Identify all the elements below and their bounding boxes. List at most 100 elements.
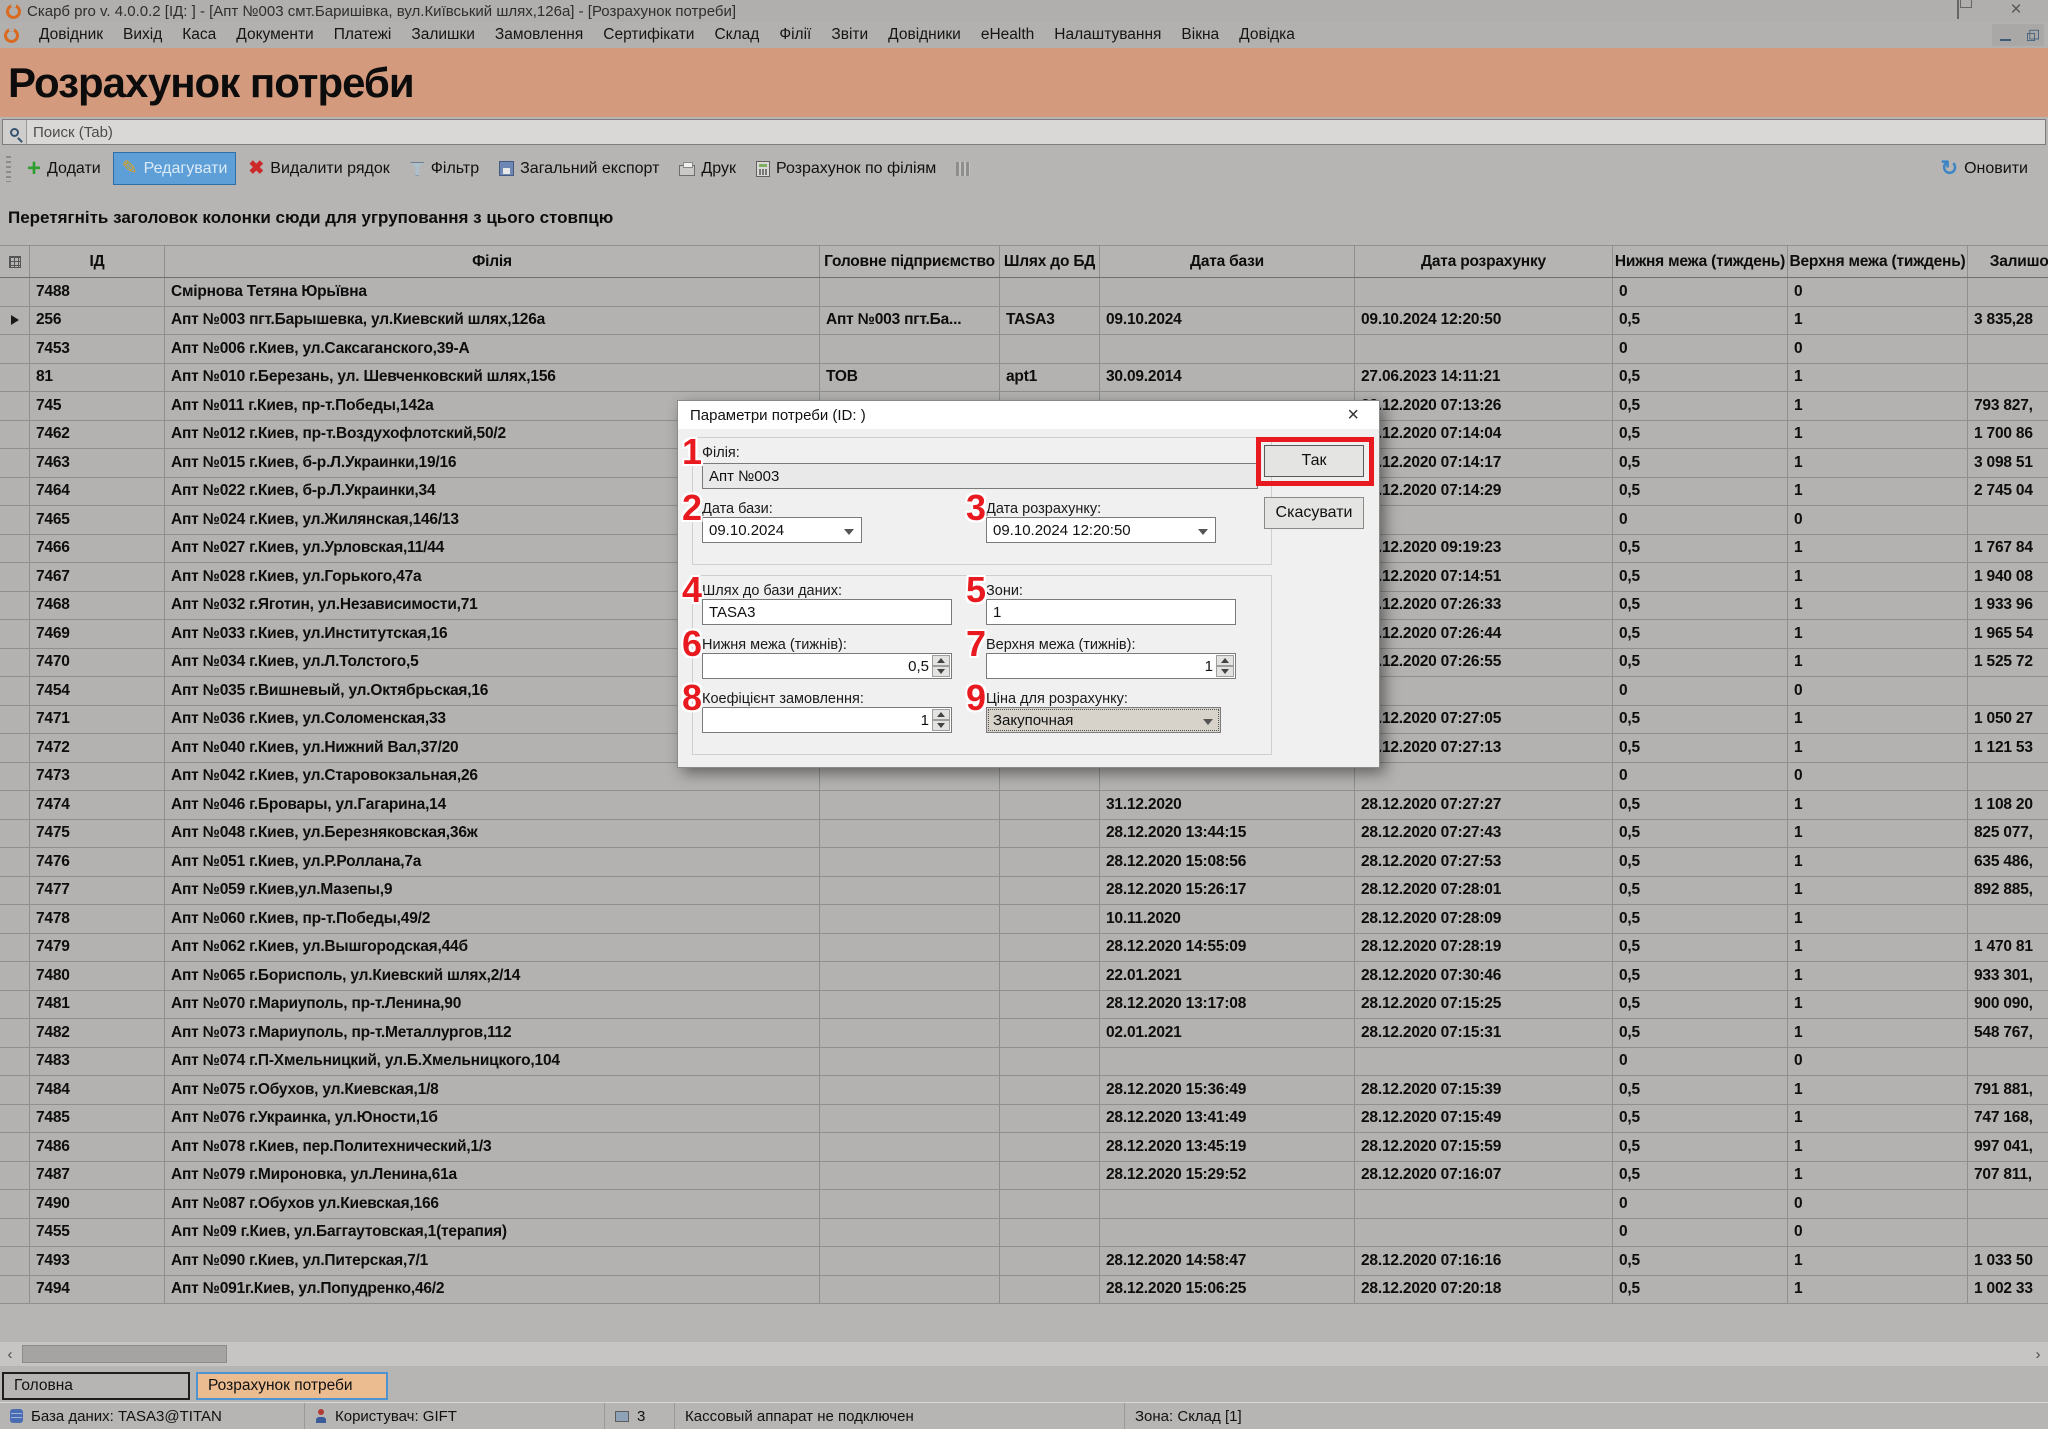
toolbar-button-Фільтр[interactable]: Фільтр	[402, 156, 487, 182]
toolbar-button-columns[interactable]	[948, 158, 978, 180]
scroll-left-icon[interactable]: ‹	[0, 1342, 20, 1366]
tab-golovna[interactable]: Головна	[2, 1372, 190, 1400]
menu-item-ehealth[interactable]: eHealth	[971, 24, 1044, 46]
table-row[interactable]: 7475Апт №048 г.Киев, ул.Березняковская,3…	[0, 820, 2048, 849]
table-row[interactable]: 7480Апт №065 г.Борисполь, ул.Киевский шл…	[0, 962, 2048, 991]
toolbar-grip[interactable]	[6, 156, 11, 182]
spin-down-icon[interactable]	[932, 720, 950, 731]
table-row[interactable]: 7483Апт №074 г.П-Хмельницкий, ул.Б.Хмель…	[0, 1048, 2048, 1077]
cell-Нижня-межа-тиждень-: 0,5	[1613, 820, 1788, 848]
spin-down-icon[interactable]	[932, 666, 950, 677]
table-row[interactable]: 7486Апт №078 г.Киев, пер.Политехнический…	[0, 1133, 2048, 1162]
toolbar-button-Загальний експорт[interactable]: Загальний експорт	[491, 156, 667, 182]
table-row[interactable]: 7474Апт №046 г.Бровары, ул.Гагарина,1431…	[0, 791, 2048, 820]
column-header-3[interactable]: Головне підприємство	[820, 246, 1000, 277]
group-by-bar[interactable]: Перетягніть заголовок колонки сюди для у…	[0, 190, 2048, 245]
spin-up-icon[interactable]	[1216, 655, 1234, 666]
column-header-6[interactable]: Дата розрахунку	[1355, 246, 1613, 277]
table-row[interactable]: 7485Апт №076 г.Украинка, ул.Юности,1б28.…	[0, 1105, 2048, 1134]
menu-item-довідники[interactable]: Довідники	[878, 24, 971, 46]
menu-item-вихід[interactable]: Вихід	[113, 24, 172, 46]
column-header-4[interactable]: Шлях до БД	[1000, 246, 1100, 277]
column-header-9[interactable]: Залишок (	[1968, 246, 2048, 277]
dialog-titlebar[interactable]: Параметри потреби (ID: ) ×	[678, 401, 1379, 429]
menu-item-залишки[interactable]: Залишки	[401, 24, 485, 46]
spin-down-icon[interactable]	[1216, 666, 1234, 677]
spin-up-icon[interactable]	[932, 655, 950, 666]
table-row[interactable]: 7490Апт №087 г.Обухов ул.Киевская,16600	[0, 1190, 2048, 1219]
chevron-down-icon[interactable]	[1203, 719, 1213, 725]
db-path-field[interactable]: TASA3	[702, 599, 952, 625]
toolbar-button-Редагувати[interactable]: ✎Редагувати	[113, 152, 237, 185]
toolbar-button-Розрахунок по філіям[interactable]: Розрахунок по філіям	[748, 156, 944, 182]
lower-limit-stepper[interactable]: 0,5	[702, 653, 952, 679]
status-text: Користувач: GIFT	[335, 1408, 457, 1425]
search-input[interactable]: Поиск (Tab)	[2, 119, 2046, 145]
column-header-7[interactable]: Нижня межа (тиждень)	[1613, 246, 1788, 277]
order-coef-stepper[interactable]: 1	[702, 707, 952, 733]
menu-item-склад[interactable]: Склад	[704, 24, 769, 46]
cancel-button[interactable]: Скасувати	[1264, 497, 1364, 529]
cell-Шлях-до-БД	[1000, 791, 1100, 819]
menu-item-довідка[interactable]: Довідка	[1229, 24, 1305, 46]
chevron-down-icon[interactable]	[1198, 529, 1208, 535]
spin-up-icon[interactable]	[932, 709, 950, 720]
search-button[interactable]	[3, 120, 27, 144]
minimize-button[interactable]	[1892, 3, 1908, 19]
table-row[interactable]: 7479Апт №062 г.Киев, ул.Вышгородская,44б…	[0, 934, 2048, 963]
menu-item-вікна[interactable]: Вікна	[1171, 24, 1229, 46]
mdi-minimize-button[interactable]	[1992, 24, 2018, 46]
menu-item-документи[interactable]: Документи	[226, 24, 323, 46]
menu-item-звіти[interactable]: Звіти	[821, 24, 878, 46]
status-item-1: База даних: TASA3@TITAN	[0, 1403, 305, 1429]
table-row[interactable]: 7455Апт №09 г.Киев, ул.Баггаутовская,1(т…	[0, 1219, 2048, 1248]
refresh-button[interactable]: ↻ Оновити	[1933, 156, 2037, 182]
restore-button[interactable]	[1950, 3, 1966, 19]
toolbar-button-Друк[interactable]: Друк	[671, 156, 744, 182]
table-row[interactable]: 7482Апт №073 г.Мариуполь, пр-т.Металлург…	[0, 1019, 2048, 1048]
zones-field[interactable]: 1	[986, 599, 1236, 625]
price-type-combobox[interactable]: Закупочная	[986, 707, 1221, 733]
cell-Головне-підприємство	[820, 278, 1000, 306]
chevron-down-icon[interactable]	[844, 529, 854, 535]
mdi-restore-button[interactable]	[2018, 24, 2044, 46]
table-row[interactable]: 7476Апт №051 г.Киев, ул.Р.Роллана,7а28.1…	[0, 848, 2048, 877]
menu-item-замовлення[interactable]: Замовлення	[485, 24, 593, 46]
column-header-8[interactable]: Верхня межа (тиждень)	[1788, 246, 1968, 277]
menu-item-сертифікати[interactable]: Сертифікати	[593, 24, 704, 46]
date-calc-combobox[interactable]: 09.10.2024 12:20:50	[986, 517, 1216, 543]
table-row[interactable]: 7488Смірнова Тетяна Юрьївна00	[0, 278, 2048, 307]
menu-item-каса[interactable]: Каса	[172, 24, 226, 46]
table-row[interactable]: 7477Апт №059 г.Киев,ул.Мазепы,928.12.202…	[0, 877, 2048, 906]
table-row[interactable]: 7484Апт №075 г.Обухов, ул.Киевская,1/828…	[0, 1076, 2048, 1105]
upper-limit-stepper[interactable]: 1	[986, 653, 1236, 679]
horizontal-scrollbar[interactable]: ‹ ›	[0, 1342, 2048, 1366]
date-base-combobox[interactable]: 09.10.2024	[702, 517, 862, 543]
column-header-5[interactable]: Дата бази	[1100, 246, 1355, 277]
scrollbar-thumb[interactable]	[22, 1345, 227, 1363]
table-row[interactable]: 7481Апт №070 г.Мариуполь, пр-т.Ленина,90…	[0, 991, 2048, 1020]
toolbar-button-Додати[interactable]: +Додати	[19, 156, 109, 182]
column-header-2[interactable]: Філія	[165, 246, 820, 277]
menu-item-довідник[interactable]: Довідник	[29, 24, 113, 46]
tab-rozrahunok-potreby[interactable]: Розрахунок потреби	[196, 1372, 388, 1400]
cell-Верхня-межа-тиждень-: 1	[1788, 962, 1968, 990]
row-gutter	[0, 421, 30, 449]
menu-item-філії[interactable]: Філії	[769, 24, 821, 46]
dialog-close-icon[interactable]: ×	[1339, 404, 1367, 427]
menu-item-налаштування[interactable]: Налаштування	[1044, 24, 1171, 46]
table-row[interactable]: 7494Апт №091г.Киев, ул.Попудренко,46/228…	[0, 1276, 2048, 1305]
table-row[interactable]: 7487Апт №079 г.Мироновка, ул.Ленина,61а2…	[0, 1162, 2048, 1191]
filia-field[interactable]: Апт №003	[702, 463, 1258, 489]
table-row[interactable]: 7493Апт №090 г.Киев, ул.Питерская,7/128.…	[0, 1247, 2048, 1276]
column-header-1[interactable]: ІД	[30, 246, 165, 277]
table-row[interactable]: 7478Апт №060 г.Киев, пр-т.Победы,49/210.…	[0, 905, 2048, 934]
menu-item-платежі[interactable]: Платежі	[324, 24, 402, 46]
table-row[interactable]: 7453Апт №006 г.Киев, ул.Саксаганского,39…	[0, 335, 2048, 364]
close-button[interactable]: ×	[2008, 3, 2024, 19]
table-row[interactable]: 256Апт №003 пгт.Барышевка, ул.Киевский ш…	[0, 307, 2048, 336]
toolbar-button-Видалити рядок[interactable]: ✖Видалити рядок	[240, 153, 397, 184]
table-row[interactable]: 81Апт №010 г.Березань, ул. Шевченковский…	[0, 364, 2048, 393]
scroll-right-icon[interactable]: ›	[2028, 1342, 2048, 1366]
ok-button[interactable]: Так	[1264, 445, 1364, 477]
